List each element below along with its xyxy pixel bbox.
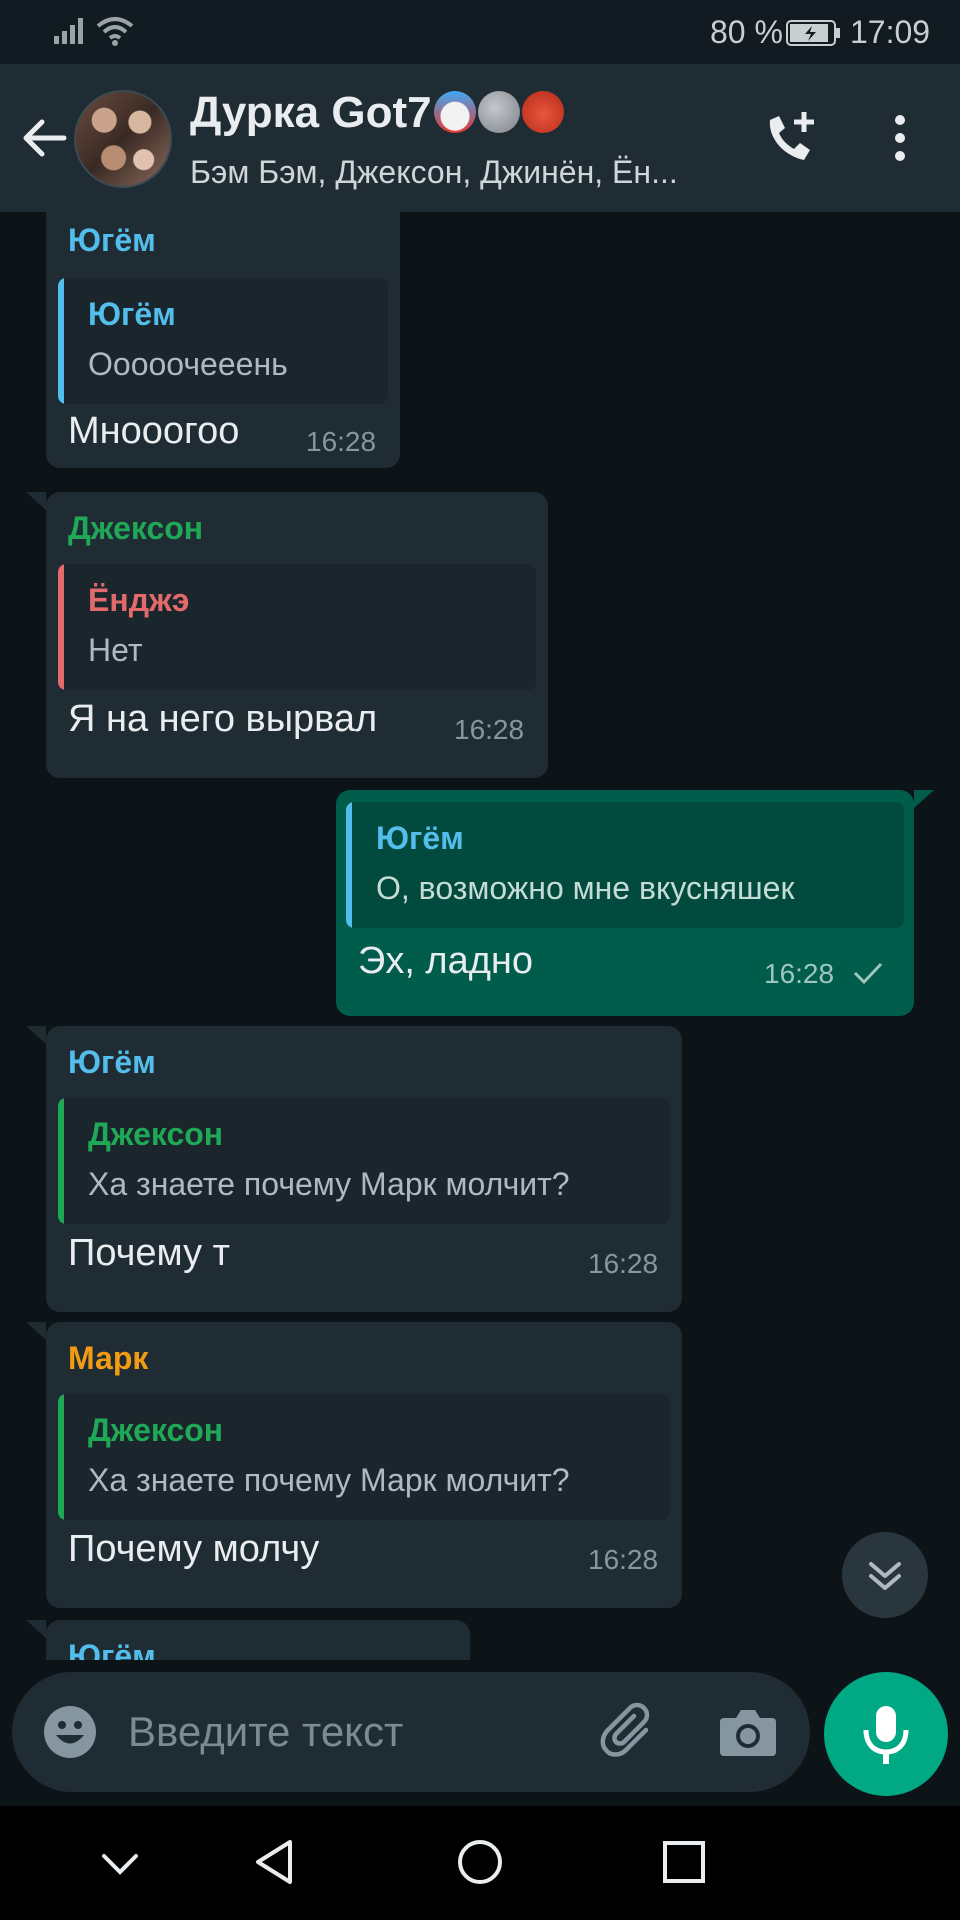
- bubble-tail: [914, 790, 934, 808]
- double-chevron-down-icon: [869, 1562, 901, 1590]
- message-bubble[interactable]: Югём Джексон Ха знаете почему Марк молчи…: [46, 1026, 682, 1312]
- quoted-message[interactable]: Югём Ооооочееень: [58, 278, 388, 404]
- message-time: 16:28: [306, 426, 377, 457]
- quoted-sender: Джексон: [88, 1412, 224, 1448]
- quoted-text: Ооооочееень: [88, 346, 288, 382]
- recents-square-icon[interactable]: [662, 1840, 706, 1884]
- group-title[interactable]: Дурка Got7: [190, 88, 564, 138]
- back-triangle-icon[interactable]: [252, 1838, 296, 1886]
- sent-check-icon: [853, 962, 883, 985]
- battery-icon: [786, 20, 840, 46]
- sender-name: Югём: [68, 1638, 156, 1660]
- group-title-text: Дурка Got7: [190, 88, 432, 137]
- sender-name: Марк: [68, 1340, 149, 1376]
- quoted-text: О, возможно мне вкусняшек: [376, 870, 795, 906]
- back-arrow-icon[interactable]: [18, 112, 70, 164]
- quoted-text: Нет: [88, 632, 143, 668]
- bubble-tail: [26, 492, 46, 510]
- home-circle-icon[interactable]: [456, 1838, 504, 1886]
- emoji-icon[interactable]: [42, 1704, 98, 1760]
- quoted-sender: Джексон: [88, 1116, 224, 1152]
- sender-name: Югём: [68, 222, 156, 258]
- quoted-text: Ха знаете почему Марк молчит?: [88, 1166, 570, 1202]
- status-bar: 80 % 17:09: [0, 0, 960, 64]
- message-text: Эх, ладно: [358, 940, 534, 982]
- message-input[interactable]: Введите текст: [128, 1708, 403, 1756]
- sender-name: Югём: [68, 1044, 156, 1080]
- message-text: Почему т: [68, 1232, 231, 1274]
- more-options-icon[interactable]: [886, 110, 914, 170]
- signal-icon: [54, 18, 83, 44]
- add-call-icon[interactable]: [760, 110, 820, 170]
- scroll-to-bottom-button[interactable]: [842, 1532, 928, 1618]
- sender-name: Джексон: [68, 510, 204, 546]
- group-avatar[interactable]: [74, 90, 172, 188]
- chevron-down-icon[interactable]: [100, 1852, 140, 1876]
- bubble-tail: [26, 1322, 46, 1340]
- message-bubble[interactable]: Марк Джексон Ха знаете почему Марк молчи…: [46, 1322, 682, 1608]
- camera-icon[interactable]: [718, 1704, 778, 1760]
- message-text: Мнооогоо: [68, 410, 240, 452]
- chat-header: Дурка Got7 Бэм Бэм, Джексон, Джинён, Ён.…: [0, 64, 960, 212]
- message-time: 16:28: [454, 714, 525, 745]
- message-bubble[interactable]: Джексон Ёнджэ Нет Я на него вырвал 16:28: [46, 492, 548, 778]
- microphone-icon: [863, 1706, 909, 1764]
- quoted-message[interactable]: Джексон Ха знаете почему Марк молчит?: [58, 1098, 670, 1224]
- clown-emoji-icon: [433, 91, 476, 133]
- clock: 17:09: [850, 14, 931, 50]
- message-bubble[interactable]: Югём: [46, 1620, 470, 1660]
- message-text: Почему молчу: [68, 1528, 320, 1570]
- quoted-sender: Югём: [376, 820, 464, 856]
- attach-icon[interactable]: [598, 1702, 660, 1764]
- message-input-bar: Введите текст: [12, 1672, 810, 1792]
- quoted-message[interactable]: Югём О, возможно мне вкусняшек: [346, 802, 904, 928]
- quoted-message[interactable]: Ёнджэ Нет: [58, 564, 536, 690]
- outgoing-message-bubble[interactable]: Югём О, возможно мне вкусняшек Эх, ладно…: [336, 790, 914, 1016]
- wifi-icon: [96, 17, 134, 46]
- quoted-text: Ха знаете почему Марк молчит?: [88, 1462, 570, 1498]
- bubble-tail: [26, 1620, 46, 1638]
- message-bubble[interactable]: Югём Югём Ооооочееень Мнооогоо 16:28: [46, 212, 400, 468]
- voice-message-button[interactable]: [824, 1672, 948, 1796]
- quoted-sender: Ёнджэ: [88, 582, 190, 618]
- quoted-message[interactable]: Джексон Ха знаете почему Марк молчит?: [58, 1394, 670, 1520]
- bubble-tail: [26, 1026, 46, 1044]
- quoted-sender: Югём: [88, 296, 176, 332]
- devil-emoji-icon: [521, 91, 564, 133]
- message-text: Я на него вырвал: [68, 698, 378, 740]
- battery-percent: 80 %: [710, 14, 783, 50]
- message-time: 16:28: [588, 1248, 659, 1279]
- message-time: 16:28: [764, 958, 835, 989]
- message-list[interactable]: Югём Югём Ооооочееень Мнооогоо 16:28 Дже…: [0, 212, 960, 1660]
- system-navigation-bar: [0, 1806, 960, 1920]
- moon-emoji-icon: [477, 91, 520, 133]
- group-members[interactable]: Бэм Бэм, Джексон, Джинён, Ён...: [190, 154, 678, 191]
- message-time: 16:28: [588, 1544, 659, 1575]
